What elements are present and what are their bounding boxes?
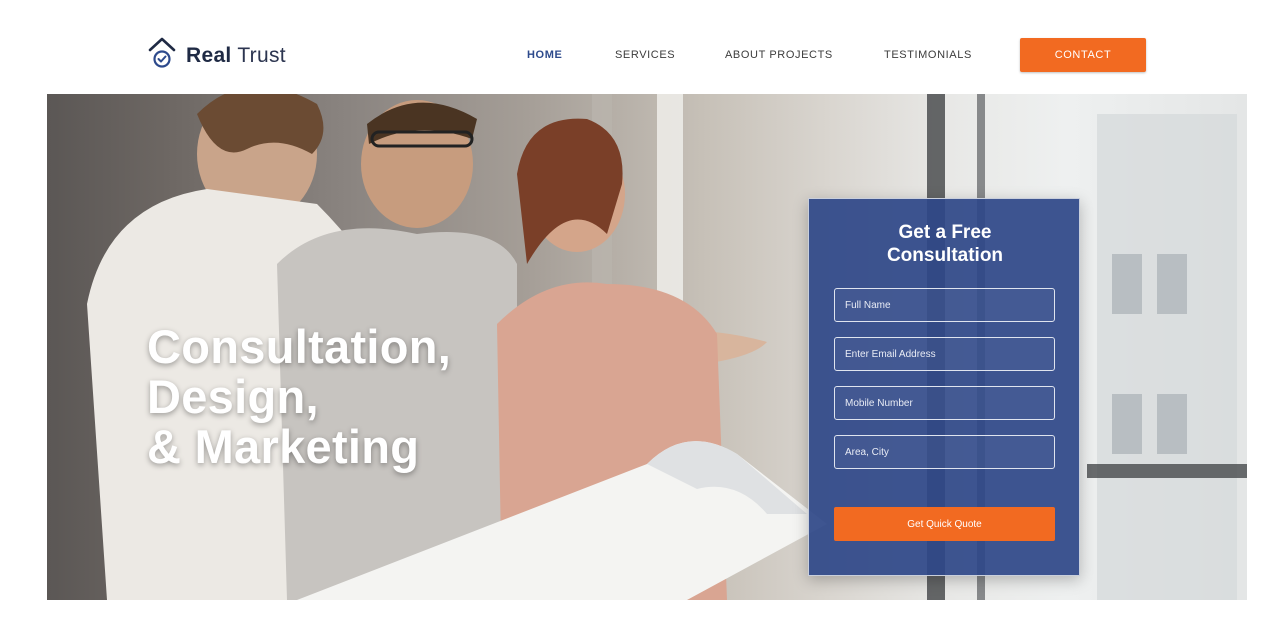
nav-testimonials[interactable]: TESTIMONIALS xyxy=(884,48,972,62)
get-quick-quote-button[interactable]: Get Quick Quote xyxy=(834,507,1055,541)
nav-services[interactable]: SERVICES xyxy=(615,48,675,62)
contact-button[interactable]: CONTACT xyxy=(1020,38,1146,72)
mobile-number-field[interactable]: Mobile Number xyxy=(834,386,1055,420)
area-city-field[interactable]: Area, City xyxy=(834,435,1055,469)
form-title-line-2: Consultation xyxy=(886,245,1004,266)
form-title-line-1: Get a Free xyxy=(898,222,992,243)
headline-line-2: Design, xyxy=(147,370,319,423)
site-header: Real Trust HOME SERVICES ABOUT PROJECTS … xyxy=(0,0,1280,94)
hero-headline: Consultation, Design, & Marketing xyxy=(147,322,451,472)
consultation-form: Get a Free Consultation Full Name Enter … xyxy=(808,198,1080,576)
form-title: Get a Free Consultation xyxy=(809,221,1081,267)
full-name-field[interactable]: Full Name xyxy=(834,288,1055,322)
headline-line-3: & Marketing xyxy=(147,420,420,473)
nav-about-projects[interactable]: ABOUT PROJECTS xyxy=(725,48,833,62)
email-field[interactable]: Enter Email Address xyxy=(834,337,1055,371)
nav-home[interactable]: HOME xyxy=(527,48,562,62)
headline-line-1: Consultation, xyxy=(147,320,452,373)
